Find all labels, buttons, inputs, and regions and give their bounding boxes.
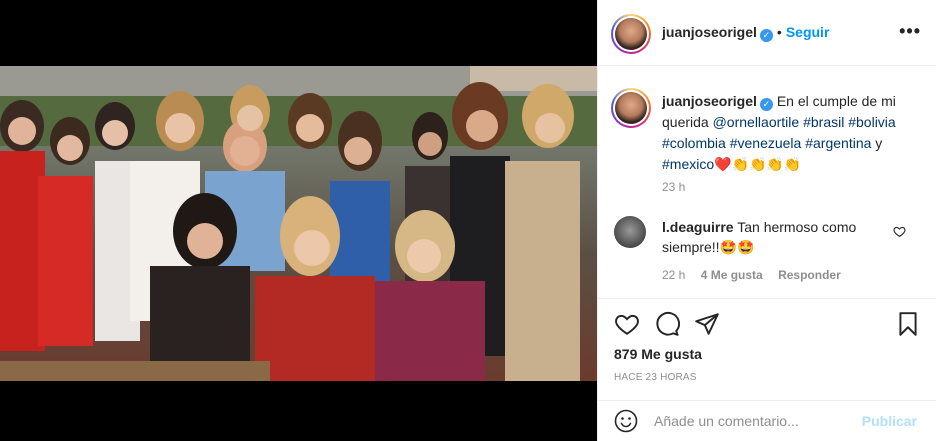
post-photo (0, 66, 597, 381)
comment: l.deaguirre Tan hermoso como siempre!!🤩🤩 (662, 217, 894, 257)
verified-icon: ✓ (759, 98, 773, 111)
likes-count[interactable]: 879 Me gusta (614, 346, 702, 362)
caption-emojis: ❤️👏👏👏👏 (714, 156, 802, 172)
add-comment-bar: Publicar (598, 400, 936, 441)
post-media[interactable] (0, 0, 597, 441)
verified-icon: ✓ (759, 29, 773, 42)
author-avatar[interactable] (611, 14, 651, 54)
reply-button[interactable]: Responder (778, 268, 841, 282)
commenter-avatar[interactable] (614, 216, 646, 248)
hashtag-link[interactable]: #argentina (805, 135, 871, 151)
heart-icon[interactable] (614, 311, 640, 337)
hashtag-link[interactable]: #colombia (662, 135, 726, 151)
post-caption: juanjoseorigel ✓ En el cumple de mi queri… (662, 91, 922, 175)
bookmark-icon[interactable] (895, 311, 921, 337)
post-actions: 879 Me gusta HACE 23 HORAS (598, 298, 936, 398)
hashtag-link[interactable]: #mexico (662, 156, 714, 172)
header-user: juanjoseorigel ✓ • Seguir (662, 24, 829, 42)
separator-dot: • (776, 24, 782, 40)
emoji-icon[interactable] (614, 409, 638, 433)
post-timestamp[interactable]: HACE 23 HORAS (614, 372, 697, 383)
author-username[interactable]: juanjoseorigel (662, 24, 757, 40)
comment-icon[interactable] (654, 311, 680, 337)
comment-meta: 22 h 4 Me gusta Responder (662, 268, 853, 282)
post-sidebar: juanjoseorigel ✓ • Seguir ••• juanjoseorige… (597, 0, 936, 441)
caption-username[interactable]: juanjoseorigel (662, 93, 757, 109)
more-options-icon[interactable]: ••• (899, 22, 921, 40)
comment-like-heart-icon[interactable] (893, 225, 906, 238)
caption-time[interactable]: 23 h (662, 180, 685, 194)
hashtag-link[interactable]: #venezuela (730, 135, 802, 151)
follow-button[interactable]: Seguir (786, 24, 830, 40)
share-icon[interactable] (694, 311, 720, 337)
caption-author-avatar[interactable] (611, 88, 651, 128)
hashtag-link[interactable]: #brasil (803, 114, 844, 130)
commenter-username[interactable]: l.deaguirre (662, 219, 734, 235)
caption-mention[interactable]: @ornellaortile (713, 114, 800, 130)
comment-time[interactable]: 22 h (662, 268, 685, 282)
caption-conjunction: y (875, 135, 883, 151)
comment-input[interactable] (654, 411, 854, 431)
comment-likes[interactable]: 4 Me gusta (701, 268, 763, 282)
hashtag-link[interactable]: #bolivia (848, 114, 895, 130)
post-header: juanjoseorigel ✓ • Seguir ••• (598, 0, 936, 66)
publish-button[interactable]: Publicar (862, 413, 917, 429)
